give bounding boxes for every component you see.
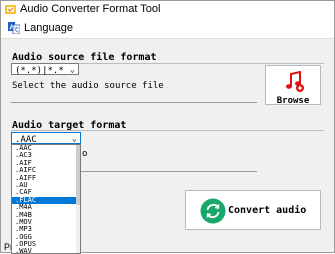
language-icon[interactable]: A bbox=[8, 22, 20, 34]
dropdown-scroll-thumb[interactable] bbox=[76, 145, 80, 205]
chevron-down-icon: ⌄ bbox=[69, 65, 75, 75]
source-format-value: (*.*)|*.* bbox=[15, 66, 64, 76]
chevron-down-icon: ⌄ bbox=[71, 134, 77, 144]
music-add-icon bbox=[286, 71, 304, 92]
app-icon bbox=[5, 5, 16, 14]
language-menu[interactable]: Language bbox=[24, 22, 73, 34]
select-source-label: Select the audio source file bbox=[12, 81, 164, 91]
target-hidden-label: o bbox=[82, 149, 88, 159]
output-path-input[interactable] bbox=[81, 161, 257, 172]
convert-label: Convert audio bbox=[228, 205, 307, 216]
target-format-select[interactable]: .AAC ⌄ bbox=[11, 132, 81, 145]
source-section-title: Audio source file format bbox=[12, 52, 157, 63]
browse-label: Browse bbox=[276, 96, 310, 106]
title-bar: Audio Converter Format Tool bbox=[1, 1, 334, 18]
convert-audio-button[interactable]: Convert audio bbox=[185, 190, 321, 230]
source-format-select[interactable]: (*.*)|*.* ⌄ bbox=[11, 63, 79, 76]
menu-bar: A Language bbox=[1, 18, 334, 39]
target-format-dropdown-list[interactable]: .AAC .AC3 .AIF .AIFC .AIFF .AU .CAF .FLAC .M4A .M… bbox=[11, 144, 81, 254]
convert-icon bbox=[200, 198, 226, 224]
browse-button[interactable]: Browse bbox=[265, 65, 321, 106]
app-window: Audio Converter Format Tool A Language A… bbox=[0, 0, 335, 254]
section-divider bbox=[11, 130, 324, 131]
dropdown-option[interactable]: .WAV bbox=[12, 248, 80, 253]
window-title: Audio Converter Format Tool bbox=[20, 3, 161, 15]
source-file-path-input[interactable] bbox=[11, 92, 257, 103]
